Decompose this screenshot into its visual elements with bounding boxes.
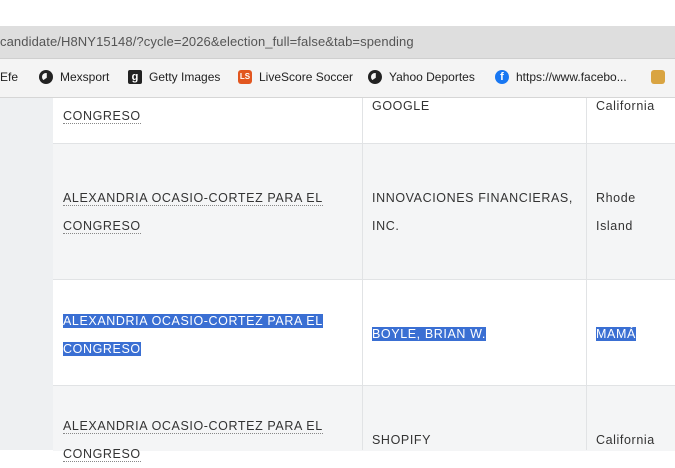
spending-table: CONGRESO GOOGLE California ALEXANDRIA OC… — [53, 98, 675, 462]
committee-link[interactable]: CONGRESO — [63, 447, 141, 462]
committee-link[interactable]: ALEXANDRIA OCASIO-CORTEZ PARA EL — [63, 191, 323, 206]
bookmark-mexsport[interactable]: Mexsport — [39, 70, 109, 84]
getty-icon: g — [128, 70, 142, 84]
committee-cell[interactable]: CONGRESO — [63, 102, 141, 130]
facebook-icon: f — [495, 70, 509, 84]
page-content: CONGRESO GOOGLE California ALEXANDRIA OC… — [0, 98, 675, 462]
state-name: California — [596, 99, 655, 113]
bookmark-label: Yahoo Deportes — [389, 70, 475, 84]
bookmark-overflow[interactable] — [651, 70, 672, 84]
state-cell: California — [596, 92, 655, 120]
recipient-name: INNOVACIONES FINANCIERAS, — [372, 191, 573, 205]
state-name: California — [596, 433, 655, 447]
bookmark-label: Mexsport — [60, 70, 110, 84]
recipient-name-selected: BOYLE, BRIAN W. — [372, 327, 486, 341]
bookmark-label: LiveScore Soccer — [259, 70, 354, 84]
recipient-cell: GOOGLE — [372, 92, 430, 120]
state-cell: MAMÁ — [596, 320, 636, 348]
state-name-selected: MAMÁ — [596, 327, 636, 341]
committee-link-selected[interactable]: CONGRESO — [63, 342, 141, 356]
recipient-name: SHOPIFY — [372, 433, 432, 447]
bookmark-label: Getty Images — [149, 70, 221, 84]
committee-cell[interactable]: ALEXANDRIA OCASIO-CORTEZ PARA EL CONGRES… — [63, 307, 323, 363]
bookmark-label: Efe — [0, 70, 19, 84]
committee-link-selected[interactable]: ALEXANDRIA OCASIO-CORTEZ PARA EL — [63, 314, 323, 328]
url-text[interactable]: candidate/H8NY15148/?cycle=2026&election… — [0, 34, 414, 49]
recipient-name: GOOGLE — [372, 99, 430, 113]
bookmark-getty-images[interactable]: g Getty Images — [128, 70, 220, 84]
bookmark-app-icon — [651, 70, 665, 84]
browser-top-strip — [0, 0, 675, 26]
committee-link[interactable]: ALEXANDRIA OCASIO-CORTEZ PARA EL — [63, 419, 323, 434]
bookmark-efe[interactable]: Efe — [0, 70, 18, 84]
bookmark-livescore[interactable]: LS LiveScore Soccer — [238, 70, 353, 84]
recipient-name: INC. — [372, 219, 400, 233]
bookmark-facebook[interactable]: f https://www.facebo... — [495, 70, 627, 84]
bookmark-yahoo-deportes[interactable]: Yahoo Deportes — [368, 70, 475, 84]
column-divider — [362, 98, 363, 450]
globe-icon — [368, 70, 382, 84]
globe-icon — [39, 70, 53, 84]
address-bar[interactable]: candidate/H8NY15148/?cycle=2026&election… — [0, 26, 675, 59]
committee-cell[interactable]: ALEXANDRIA OCASIO-CORTEZ PARA EL CONGRES… — [63, 412, 323, 468]
committee-link[interactable]: CONGRESO — [63, 219, 141, 234]
bookmarks-bar: Efe Mexsport g Getty Images LS LiveScore… — [0, 59, 675, 98]
state-cell: Rhode Island — [596, 184, 636, 240]
recipient-cell: INNOVACIONES FINANCIERAS, INC. — [372, 184, 573, 240]
committee-cell[interactable]: ALEXANDRIA OCASIO-CORTEZ PARA EL CONGRES… — [63, 184, 323, 240]
bookmark-label: https://www.facebo... — [516, 70, 627, 84]
table-row — [53, 98, 675, 143]
column-divider — [586, 98, 587, 450]
livescore-icon: LS — [238, 70, 252, 84]
committee-link[interactable]: CONGRESO — [63, 109, 141, 124]
recipient-cell: BOYLE, BRIAN W. — [372, 320, 486, 348]
left-gutter — [0, 98, 53, 450]
state-name: Rhode — [596, 191, 636, 205]
state-name: Island — [596, 219, 633, 233]
